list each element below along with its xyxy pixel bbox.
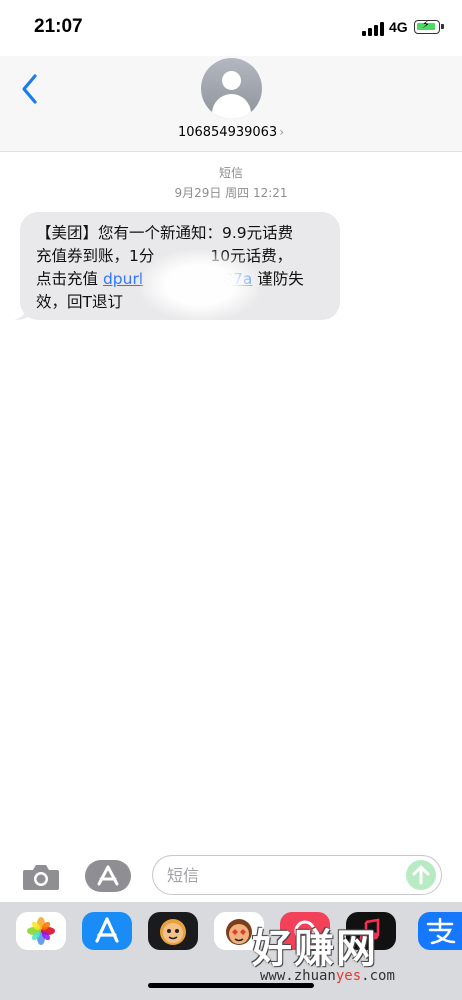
bubble-tail: [14, 302, 32, 320]
message-input[interactable]: [167, 863, 397, 887]
photos-app-button[interactable]: [16, 912, 66, 950]
back-button[interactable]: [18, 72, 42, 106]
conversation-header: 106854939063 ›: [0, 56, 462, 152]
send-button[interactable]: [406, 860, 436, 890]
cellular-signal-icon: [362, 22, 384, 36]
arrow-up-icon: [412, 865, 430, 885]
contact-avatar[interactable]: [201, 58, 262, 119]
battery-charging-icon: ⚡: [414, 18, 444, 34]
camera-icon: [23, 865, 59, 890]
contact-name-button[interactable]: 106854939063 ›: [0, 125, 462, 140]
message-link-start: dpurl: [102, 270, 144, 288]
camera-button[interactable]: [22, 862, 60, 892]
apps-button[interactable]: [85, 860, 131, 892]
memoji-app-button[interactable]: [148, 912, 198, 950]
message-line-3-prefix: 点击充值: [36, 270, 103, 288]
memoji-icon: [148, 912, 198, 950]
service-label: 短信: [218, 166, 243, 180]
message-line-1: 【美团】您有一个新通知：9.9元话费: [36, 224, 294, 242]
watermark-url-prefix: www.zhuan: [260, 968, 336, 984]
home-indicator[interactable]: [148, 983, 314, 988]
app-store-icon: [97, 865, 119, 886]
watermark-url-suffix: .com: [361, 968, 395, 984]
watermark-logo: 好赚网: [252, 926, 378, 972]
contact-number: 106854939063: [177, 125, 278, 140]
message-line-3-suffix: 谨防失: [252, 270, 304, 288]
composer-bar: [0, 852, 462, 902]
redaction-blur: [140, 250, 260, 320]
message-timestamp: 9月29日 周四 12:21: [174, 186, 288, 200]
network-type: 4G: [389, 19, 408, 35]
app-store-icon: [82, 912, 132, 950]
watermark: 好赚网 www.zhuanyes.com: [252, 916, 452, 986]
chevron-right-icon: ›: [279, 125, 285, 139]
app-store-app-button[interactable]: [82, 912, 132, 950]
watermark-url-highlight: yes: [335, 968, 362, 984]
message-line-2-start: 充值券到账，1分: [36, 247, 155, 265]
watermark-url: www.zhuanyes.com: [260, 968, 395, 984]
message-input-field[interactable]: [152, 855, 442, 895]
photos-icon: [16, 912, 66, 950]
status-time: 21:07: [34, 16, 83, 37]
chevron-left-icon: [22, 74, 37, 104]
status-bar: 21:07 4G ⚡: [0, 0, 462, 56]
